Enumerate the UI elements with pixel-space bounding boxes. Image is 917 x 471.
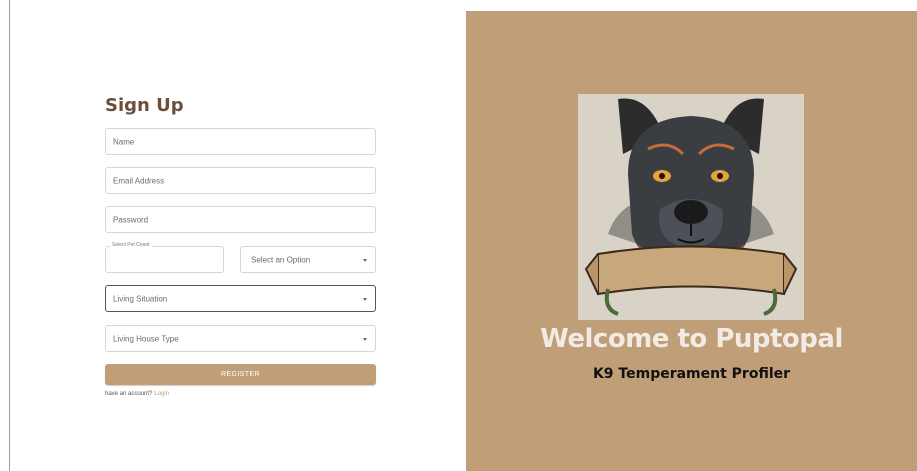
welcome-panel: Welcome to Puptopal K9 Temperament Profi…	[466, 11, 917, 471]
register-button[interactable]: REGISTER	[105, 364, 376, 385]
password-placeholder: Password	[113, 215, 149, 224]
option-placeholder: Select an Option	[251, 255, 311, 264]
chevron-down-icon	[363, 337, 367, 341]
pet-count-field[interactable]: Select Pet Count	[105, 242, 224, 273]
email-field[interactable]: Email Address	[105, 167, 376, 194]
email-placeholder: Email Address	[113, 176, 165, 185]
page-title: Sign Up	[105, 95, 184, 116]
have-account-text: have an account?	[105, 391, 153, 397]
left-border	[9, 0, 10, 471]
password-field[interactable]: Password	[105, 206, 376, 233]
dog-logo-icon	[578, 94, 804, 320]
welcome-subtitle: K9 Temperament Profiler	[592, 366, 791, 382]
welcome-heading: Welcome to Puptopal	[540, 324, 843, 354]
living-situation-select[interactable]: Living Situation	[105, 285, 376, 312]
name-placeholder: Name	[113, 137, 135, 146]
login-prompt: have an account? Login	[105, 391, 169, 397]
option-select[interactable]: Select an Option	[240, 246, 376, 273]
chevron-down-icon	[363, 258, 367, 262]
house-type-placeholder: Living House Type	[113, 334, 179, 343]
living-situation-placeholder: Living Situation	[113, 294, 168, 303]
pet-count-label: Select Pet Count	[110, 242, 152, 248]
puptopal-logo	[578, 94, 804, 320]
name-field[interactable]: Name	[105, 128, 376, 155]
login-link[interactable]: Login	[154, 391, 169, 397]
house-type-select[interactable]: Living House Type	[105, 325, 376, 352]
chevron-down-icon	[363, 297, 367, 301]
